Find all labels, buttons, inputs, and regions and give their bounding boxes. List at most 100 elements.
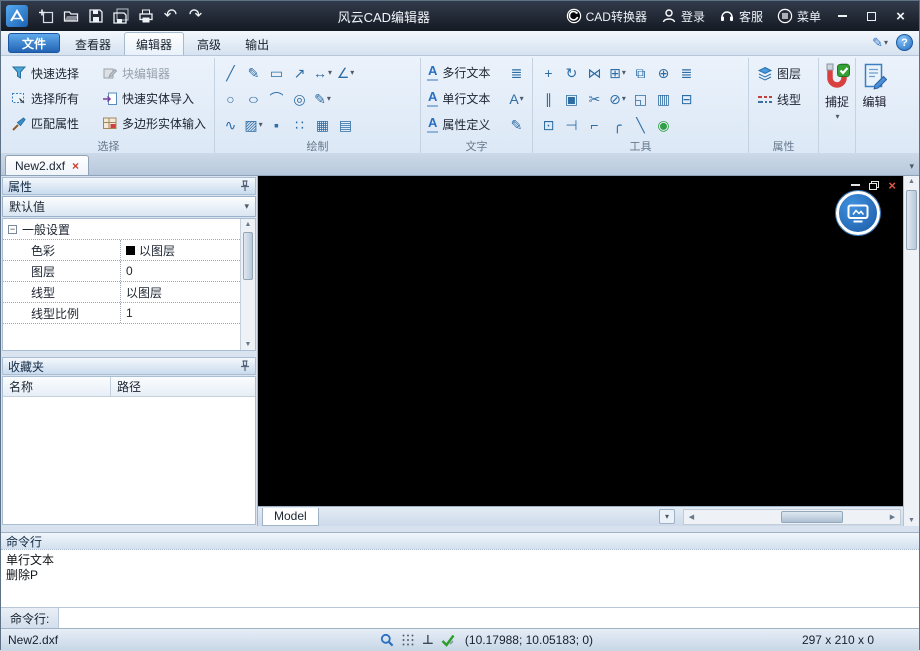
list-icon[interactable]: ≣ <box>675 62 698 83</box>
array-icon[interactable]: ⊞ ▾ <box>606 62 629 83</box>
tab-file[interactable]: 文件 <box>8 33 61 53</box>
fillet-icon[interactable]: ╭ <box>606 114 629 135</box>
move-icon[interactable]: + <box>537 62 560 83</box>
tab-viewer[interactable]: 查看器 <box>64 34 122 55</box>
property-grid-scrollbar[interactable]: ▲ ▼ <box>240 219 255 350</box>
favorites-body[interactable] <box>3 397 255 524</box>
rotate-icon[interactable]: ↻ <box>560 62 583 83</box>
model-tab[interactable]: Model <box>262 507 319 526</box>
cad-converter-button[interactable]: CAD转换器 <box>560 5 653 27</box>
cut-icon[interactable]: ✂ <box>583 88 606 109</box>
minimize-button[interactable] <box>829 5 856 27</box>
attrdef-button[interactable]: A 属性定义 <box>425 114 492 136</box>
favorites-col-path[interactable]: 路径 <box>111 377 255 396</box>
undo-button[interactable]: ↶ <box>158 5 183 27</box>
command-history[interactable]: 单行文本 删除P <box>1 550 919 607</box>
scroll-down-icon[interactable]: ▼ <box>241 341 255 348</box>
mirror-icon[interactable]: ⋈ <box>583 62 606 83</box>
command-input[interactable] <box>59 608 919 628</box>
select-all-button[interactable]: 选择所有 <box>7 88 98 110</box>
dim-linear-icon[interactable]: ↔ ▾ <box>311 62 334 83</box>
property-row-linetype[interactable]: 线型 以图层 <box>3 282 240 303</box>
donut-icon[interactable]: ◎ <box>288 88 311 109</box>
grid-tool-icon[interactable]: ▥ <box>652 88 675 109</box>
region-icon[interactable]: ▦ <box>311 114 334 135</box>
redo-button[interactable]: ↷ <box>183 5 208 27</box>
osnap-toggle-icon[interactable] <box>441 633 455 647</box>
table-icon[interactable]: ▤ <box>334 114 357 135</box>
erase-icon[interactable]: ⊘ ▾ <box>606 88 629 109</box>
service-button[interactable]: 客服 <box>713 5 769 27</box>
scroll-up-icon[interactable]: ▲ <box>904 178 919 185</box>
favorites-col-name[interactable]: 名称 <box>3 377 111 396</box>
scroll-left-icon[interactable]: ◀ <box>684 513 699 521</box>
block-icon[interactable]: ▣ <box>560 88 583 109</box>
help-button[interactable]: ? <box>896 34 913 51</box>
ortho-toggle-icon[interactable]: ⊥ <box>422 632 434 648</box>
tab-close-icon[interactable]: × <box>72 160 79 172</box>
stext-button[interactable]: A 单行文本 <box>425 88 492 110</box>
property-group-row[interactable]: − 一般设置 <box>3 219 240 240</box>
save-button[interactable] <box>83 5 108 27</box>
property-value[interactable]: 0 <box>121 264 240 278</box>
linetype-button[interactable]: 线型 <box>753 89 814 111</box>
drawing-canvas[interactable]: × <box>258 176 903 506</box>
vertical-scrollbar[interactable]: ▲ ▼ <box>903 176 919 526</box>
quick-import-button[interactable]: 快速实体导入 <box>98 88 210 110</box>
layout-list-icon[interactable]: ▾ <box>659 509 675 524</box>
zoom-icon[interactable] <box>380 633 394 647</box>
scroll-down-icon[interactable]: ▼ <box>904 517 919 524</box>
freehand-icon[interactable]: ✎ <box>242 62 265 83</box>
explode-icon[interactable]: ⊟ <box>675 88 698 109</box>
property-row-ltscale[interactable]: 线型比例 1 <box>3 303 240 324</box>
login-button[interactable]: 登录 <box>655 5 711 27</box>
doc-tabs-menu-icon[interactable]: ▾ <box>909 161 914 172</box>
v-scroll-thumb[interactable] <box>906 190 917 250</box>
trim-icon[interactable]: ⌐ <box>583 114 606 135</box>
h-scroll-track[interactable] <box>699 510 885 524</box>
offset-icon[interactable]: ∥ <box>537 88 560 109</box>
collapse-icon[interactable]: − <box>8 224 17 234</box>
rectangle-icon[interactable]: ▭ <box>265 62 288 83</box>
pin-icon[interactable] <box>240 360 250 372</box>
scale-icon[interactable]: ◱ <box>629 88 652 109</box>
scroll-up-icon[interactable]: ▲ <box>241 221 255 228</box>
horizontal-scrollbar[interactable]: ◀ ▶ <box>683 508 901 525</box>
print-button[interactable] <box>133 5 158 27</box>
match-properties-button[interactable]: 匹配属性 <box>7 113 98 135</box>
tab-output[interactable]: 输出 <box>234 34 280 55</box>
block-editor-button[interactable]: 块编辑器 <box>98 62 210 84</box>
preset-dropdown[interactable]: 默认值 ▾ <box>2 196 256 217</box>
property-value[interactable]: 以图层 <box>121 284 240 301</box>
child-restore-icon[interactable] <box>869 180 880 190</box>
scrollbar-thumb[interactable] <box>243 232 253 280</box>
point-icon[interactable]: ∷ <box>288 114 311 135</box>
property-value[interactable]: 以图层 <box>121 242 240 259</box>
scroll-right-icon[interactable]: ▶ <box>885 513 900 521</box>
child-minimize-icon[interactable] <box>851 184 861 186</box>
copy-icon[interactable]: ⧉ <box>629 62 652 83</box>
child-close-icon[interactable]: × <box>888 179 896 192</box>
ray-icon[interactable]: ↗ <box>288 62 311 83</box>
menu-button[interactable]: 菜单 <box>771 5 827 27</box>
property-row-layer[interactable]: 图层 0 <box>3 261 240 282</box>
osnap-settings-icon[interactable]: ◉ <box>652 114 675 135</box>
mtext-button[interactable]: A 多行文本 <box>425 62 492 84</box>
document-tab[interactable]: New2.dxf × <box>5 155 90 175</box>
grid-toggle-icon[interactable] <box>401 633 415 647</box>
property-value[interactable]: 1 <box>121 306 240 320</box>
chamfer-icon[interactable]: ╲ <box>629 114 652 135</box>
spline-icon[interactable]: ∿ <box>219 114 242 135</box>
pin-icon[interactable] <box>240 180 250 192</box>
save-as-button[interactable] <box>108 5 133 27</box>
dim-angular-icon[interactable]: ∠ ▾ <box>334 62 357 83</box>
snap-big-button[interactable]: 捕捉 ▾ <box>819 58 856 153</box>
open-file-button[interactable] <box>58 5 83 27</box>
revision-cloud-icon[interactable]: ✎ ▾ <box>311 88 334 109</box>
solid-icon[interactable]: ▪ <box>265 114 288 135</box>
line-icon[interactable]: ╱ <box>219 62 242 83</box>
new-file-button[interactable] <box>33 5 58 27</box>
layers-button[interactable]: 图层 <box>753 63 814 85</box>
quick-select-button[interactable]: 快速选择 <box>7 62 98 84</box>
edit-big-button[interactable]: 编辑 <box>856 58 893 153</box>
